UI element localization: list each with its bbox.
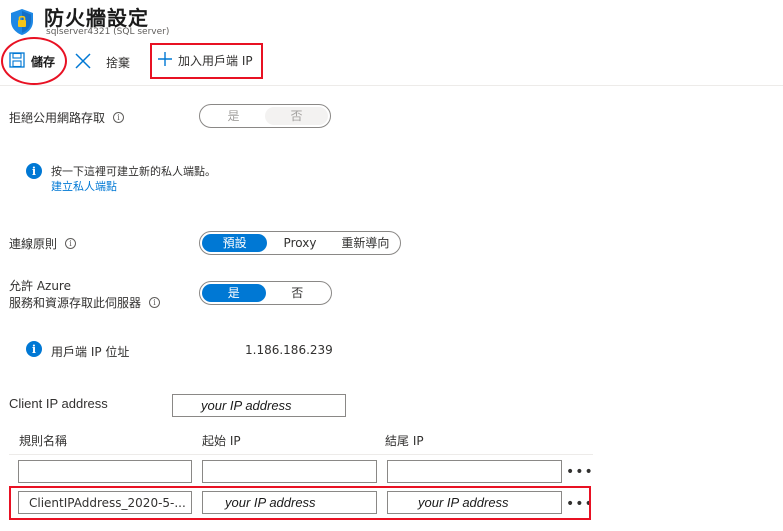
client-ip-address-label: Client IP address <box>9 396 108 411</box>
allow-azure-no-option[interactable]: 否 <box>266 284 330 302</box>
allow-azure-label-line1: 允許 Azure <box>9 279 71 293</box>
allow-azure-label-line2: 服務和資源存取此伺服器 <box>9 296 142 310</box>
end-ip-input[interactable] <box>387 460 562 483</box>
info-circle-icon: i <box>26 341 42 357</box>
info-icon[interactable]: i <box>65 238 77 249</box>
info-circle-icon: i <box>26 163 42 179</box>
private-endpoint-info-text: 按一下這裡可建立新的私人端點。 <box>51 165 216 178</box>
policy-proxy-option[interactable]: Proxy <box>267 234 332 252</box>
rule-name-input[interactable] <box>18 460 192 483</box>
allow-azure-yes-option[interactable]: 是 <box>202 284 266 302</box>
allow-azure-toggle[interactable]: 是 否 <box>199 281 332 305</box>
info-icon[interactable]: i <box>113 112 125 123</box>
discard-button[interactable]: 捨棄 <box>74 52 130 73</box>
deny-public-access-no-option[interactable]: 否 <box>265 107 328 125</box>
connection-policy-label: 連線原則 <box>9 237 58 251</box>
toolbar-divider <box>0 85 783 86</box>
deny-public-access-label: 拒絕公用網路存取 <box>9 111 106 125</box>
column-header-start-ip: 起始 IP <box>202 434 241 448</box>
annotation-highlight-save <box>1 37 67 85</box>
deny-public-access-toggle[interactable]: 是 否 <box>199 104 331 128</box>
column-header-end-ip: 結尾 IP <box>385 434 424 448</box>
deny-public-access-yes-option[interactable]: 是 <box>202 107 265 125</box>
allow-azure-label-row: 服務和資源存取此伺服器 i <box>9 294 161 311</box>
column-header-rule-name: 規則名稱 <box>19 434 68 448</box>
policy-default-option[interactable]: 預設 <box>202 234 268 252</box>
client-ip-label: 用戶端 IP 位址 <box>51 345 130 359</box>
client-ip-address-input[interactable]: your IP address <box>172 394 346 417</box>
start-ip-input[interactable] <box>202 460 377 483</box>
row-more-options-button[interactable]: ••• <box>566 465 594 479</box>
discard-button-label: 捨棄 <box>106 56 131 70</box>
connection-policy-label-row: 連線原則 i <box>9 235 77 252</box>
annotation-highlight-add-client-ip <box>150 43 263 79</box>
info-icon[interactable]: i <box>149 297 161 308</box>
annotation-highlight-client-ip-rule <box>9 486 591 520</box>
create-private-endpoint-link[interactable]: 建立私人端點 <box>51 178 117 194</box>
close-icon <box>74 52 92 73</box>
deny-public-access-label-row: 拒絕公用網路存取 i <box>9 109 125 126</box>
connection-policy-toggle[interactable]: 預設 Proxy 重新導向 <box>199 231 401 255</box>
table-header-divider <box>9 454 593 455</box>
client-ip-value: 1.186.186.239 <box>245 343 333 357</box>
policy-redirect-option[interactable]: 重新導向 <box>333 234 398 252</box>
sql-shield-icon <box>9 8 35 36</box>
page-subtitle: sqlserver4321 (SQL server) <box>46 27 170 37</box>
